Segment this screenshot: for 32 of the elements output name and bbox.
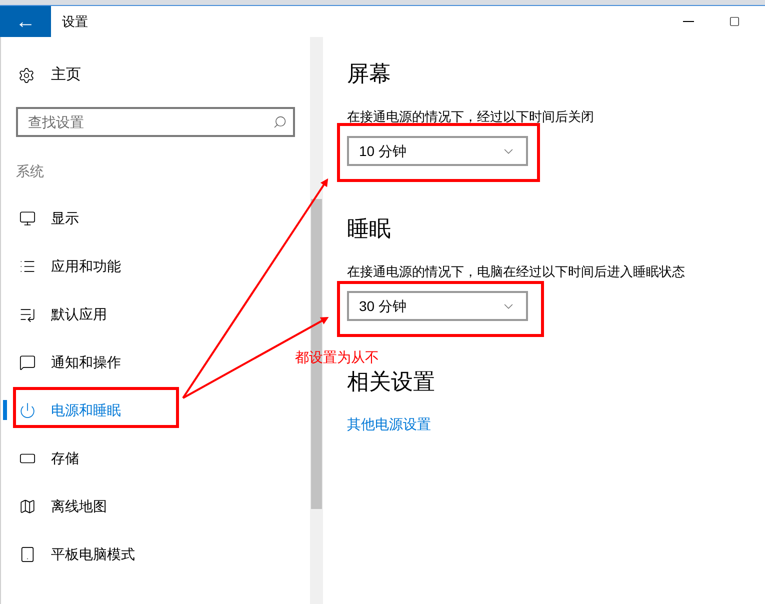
section-description: 在接通电源的情况下，电脑在经过以下时间后进入睡眠状态 [347,264,685,280]
section-description: 在接通电源的情况下，经过以下时间后关闭 [347,109,594,125]
nav-item[interactable]: 默认应用 [1,290,271,338]
search-icon [273,115,287,129]
nav-item[interactable]: 通知和操作 [1,338,271,386]
settings-icon [18,66,35,84]
minimize-icon [682,21,694,22]
monitor-icon [19,210,36,226]
power-icon [19,402,36,418]
section-heading: 屏幕 [347,60,391,88]
nav-item[interactable]: 显示 [1,194,271,242]
nav-item[interactable]: 应用和功能 [1,242,271,290]
power-settings-link[interactable]: 其他电源设置 [347,416,431,432]
section-label: 系统 [16,162,44,181]
speech-bubble-icon [19,354,36,370]
nav-item[interactable]: 离线地图 [1,482,271,530]
section-heading: 相关设置 [347,368,435,396]
nav-item[interactable]: 平板电脑模式 [1,530,271,578]
maximize-icon [728,16,740,27]
tablet-icon [19,546,36,562]
section-heading: 睡眠 [347,215,391,243]
annotation-note: 都设置为从不 [295,349,379,366]
back-button[interactable]: ← [0,6,51,37]
home-link[interactable]: 主页 [51,64,81,86]
window-title: 设置 [62,12,88,31]
scrollbar-thumb[interactable] [311,199,322,509]
nav-item[interactable]: 电源和睡眠 [1,386,271,434]
time-dropdown[interactable]: 10 分钟 [347,136,528,166]
time-dropdown[interactable]: 30 分钟 [347,291,528,321]
map-icon [19,498,36,514]
search-field[interactable]: 查找设置 [16,107,295,137]
nav-item[interactable]: 存储 [1,434,271,482]
